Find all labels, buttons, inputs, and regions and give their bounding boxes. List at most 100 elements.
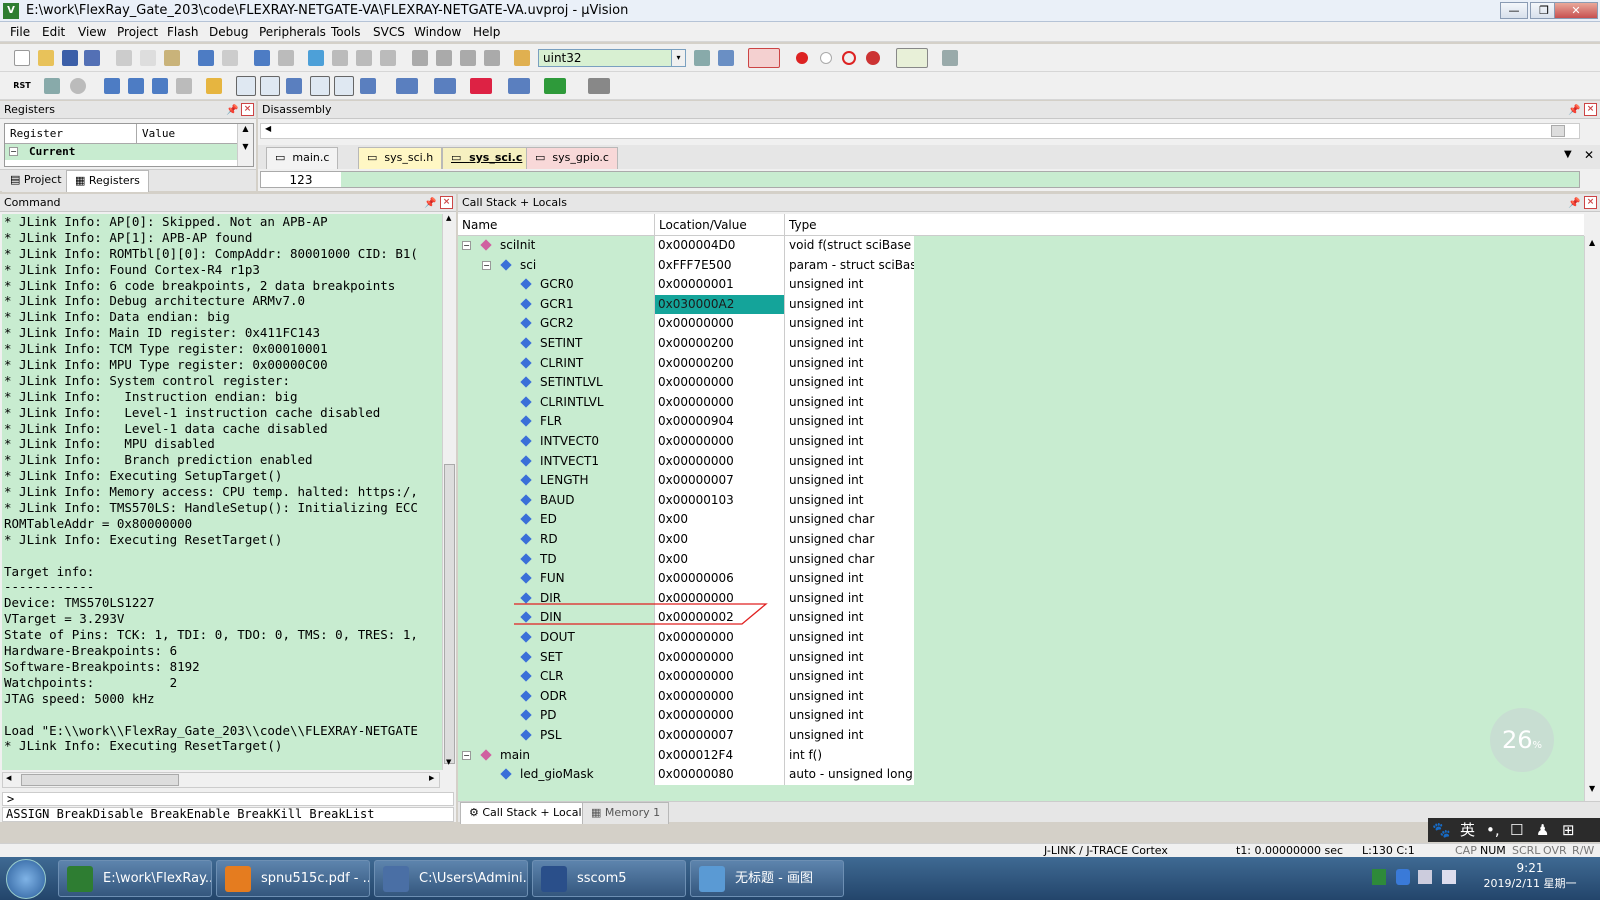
tree-row[interactable]: CLR 0x00000000 unsigned int bbox=[458, 667, 914, 688]
tab-project[interactable]: ▤ Project bbox=[2, 170, 70, 192]
tab-sys-sci-h[interactable]: ▭ sys_sci.h bbox=[358, 147, 443, 169]
tab-sys-sci-c[interactable]: ▭ sys_sci.c bbox=[442, 147, 532, 169]
nav-back-icon[interactable] bbox=[254, 50, 270, 66]
clock[interactable]: 9:21 2019/2/11 星期一 bbox=[1480, 861, 1580, 891]
tree-row[interactable]: CLRINT 0x00000200 unsigned int bbox=[458, 353, 914, 374]
system-viewer-icon[interactable] bbox=[544, 78, 566, 94]
pin-icon[interactable]: 📌 bbox=[226, 102, 238, 119]
tree-value[interactable]: 0x00000000 bbox=[654, 628, 784, 648]
breakpoint-kill-icon[interactable] bbox=[866, 51, 880, 65]
tab-memory[interactable]: ▦ Memory 1 bbox=[582, 802, 670, 824]
registers-scrollbar[interactable]: ▲ ▼ bbox=[237, 124, 253, 166]
tab-main-c[interactable]: ▭ main.c bbox=[266, 147, 339, 169]
tree-row[interactable]: FLR 0x00000904 unsigned int bbox=[458, 412, 914, 433]
tree-value[interactable]: 0x00000000 bbox=[654, 706, 784, 727]
tree-row[interactable]: ED 0x00 unsigned char bbox=[458, 510, 914, 531]
tray-shield-icon[interactable] bbox=[1396, 869, 1410, 885]
taskbar-item[interactable]: spnu515c.pdf - ... bbox=[216, 860, 370, 897]
breakpoint-insert-icon[interactable] bbox=[796, 52, 808, 64]
tree-value[interactable]: 0x00000000 bbox=[654, 451, 784, 472]
tab-sys-gpio-c[interactable]: ▭ sys_gpio.c bbox=[526, 147, 618, 169]
command-window-icon[interactable] bbox=[236, 76, 256, 96]
ime-menu-icon[interactable]: ⊞ bbox=[1562, 818, 1575, 842]
tree-row[interactable]: SET 0x00000000 unsigned int bbox=[458, 647, 914, 668]
tree-value[interactable]: 0x00000904 bbox=[654, 412, 784, 433]
collapse-icon[interactable]: − bbox=[9, 147, 18, 156]
tab-list-icon[interactable]: ▼ bbox=[1564, 149, 1572, 160]
reset-icon[interactable]: RST bbox=[12, 78, 32, 94]
callstack-vscroll[interactable]: ▲ ▼ bbox=[1584, 236, 1600, 801]
tree-row[interactable]: CLRINTLVL 0x00000000 unsigned int bbox=[458, 392, 914, 413]
menu-tools[interactable]: Tools bbox=[331, 25, 361, 39]
save-all-icon[interactable] bbox=[84, 50, 100, 66]
pin-icon[interactable]: 📌 bbox=[424, 195, 436, 212]
show-next-statement-icon[interactable] bbox=[206, 78, 222, 94]
close-icon[interactable]: × bbox=[1584, 196, 1597, 209]
nav-forward-icon[interactable] bbox=[278, 50, 294, 66]
tree-value[interactable]: 0x00000080 bbox=[654, 765, 784, 786]
find-combo[interactable]: uint32 ▾ bbox=[538, 49, 686, 67]
tab-call-stack[interactable]: ⚙ Call Stack + Locals bbox=[460, 802, 597, 824]
taskbar-item[interactable]: sscom5 bbox=[532, 860, 686, 897]
current-row[interactable]: − Current bbox=[5, 144, 237, 160]
comment-icon[interactable] bbox=[460, 50, 476, 66]
menu-peripherals[interactable]: Peripherals bbox=[259, 25, 326, 39]
redo-icon[interactable] bbox=[222, 50, 238, 66]
tree-value[interactable]: 0x000012F4 bbox=[654, 745, 784, 766]
scroll-left-icon[interactable]: ◀ bbox=[6, 774, 11, 782]
new-file-icon[interactable] bbox=[14, 50, 30, 66]
unindent-icon[interactable] bbox=[436, 50, 452, 66]
menu-edit[interactable]: Edit bbox=[42, 25, 65, 39]
breakpoint-disable-icon[interactable] bbox=[842, 51, 856, 65]
save-icon[interactable] bbox=[62, 50, 78, 66]
menu-help[interactable]: Help bbox=[473, 25, 500, 39]
close-icon[interactable]: × bbox=[1584, 103, 1597, 116]
taskbar-item[interactable]: 无标题 - 画图 bbox=[690, 860, 844, 897]
menu-view[interactable]: View bbox=[78, 25, 106, 39]
bookmark-icon[interactable] bbox=[308, 50, 324, 66]
tree-value[interactable]: 0x00 bbox=[654, 530, 784, 550]
ime-lang-toggle[interactable]: 英 bbox=[1460, 818, 1475, 842]
tree-value[interactable]: 0x00000200 bbox=[654, 334, 784, 354]
tree-row[interactable]: GCR2 0x00000000 unsigned int bbox=[458, 314, 914, 335]
tree-value[interactable]: 0x030000A2 bbox=[654, 294, 784, 315]
tree-row[interactable]: − main 0x000012F4 int f() bbox=[458, 745, 914, 766]
col-name[interactable]: Name bbox=[462, 214, 652, 236]
tree-row[interactable]: SETINT 0x00000200 unsigned int bbox=[458, 334, 914, 354]
tray-volume-icon[interactable] bbox=[1442, 870, 1456, 884]
tree-row[interactable]: LENGTH 0x00000007 unsigned int bbox=[458, 471, 914, 492]
scroll-thumb[interactable] bbox=[1551, 125, 1565, 137]
tree-value[interactable]: 0x00000200 bbox=[654, 353, 784, 374]
registers-window-icon[interactable] bbox=[310, 76, 330, 96]
call-stack-window-icon[interactable] bbox=[334, 76, 354, 96]
tree-row[interactable]: FUN 0x00000006 unsigned int bbox=[458, 569, 914, 590]
command-input[interactable]: > bbox=[2, 792, 454, 806]
menu-flash[interactable]: Flash bbox=[167, 25, 198, 39]
step-into-icon[interactable] bbox=[104, 78, 120, 94]
serial-window-icon[interactable] bbox=[434, 78, 456, 94]
tree-value[interactable]: 0x00000000 bbox=[654, 667, 784, 688]
col-register[interactable]: Register bbox=[5, 124, 137, 144]
pin-icon[interactable]: 📌 bbox=[1568, 195, 1580, 212]
col-value[interactable]: Value bbox=[137, 124, 237, 144]
tab-registers[interactable]: ▦ Registers bbox=[66, 170, 149, 192]
tree-row[interactable]: DOUT 0x00000000 unsigned int bbox=[458, 628, 914, 648]
tree-value[interactable]: 0x00000000 bbox=[654, 432, 784, 452]
find-in-files-icon[interactable] bbox=[514, 50, 530, 66]
tree-value[interactable]: 0x00000000 bbox=[654, 373, 784, 394]
start-button[interactable] bbox=[6, 859, 46, 899]
scroll-up-icon[interactable]: ▲ bbox=[1589, 238, 1595, 247]
scroll-left-icon[interactable]: ◀ bbox=[265, 124, 271, 133]
tree-row[interactable]: GCR1 0x030000A2 unsigned int bbox=[458, 294, 914, 315]
ime-user-icon[interactable]: ♟ bbox=[1536, 818, 1549, 842]
stop-icon[interactable] bbox=[70, 78, 86, 94]
ime-paw-icon[interactable]: 🐾 bbox=[1432, 818, 1451, 842]
bookmark-clear-icon[interactable] bbox=[380, 50, 396, 66]
scroll-thumb[interactable] bbox=[21, 774, 179, 786]
close-button[interactable]: ✕ bbox=[1554, 2, 1598, 19]
tree-value[interactable]: 0x00000000 bbox=[654, 686, 784, 707]
close-icon[interactable]: × bbox=[440, 196, 453, 209]
pin-icon[interactable]: 📌 bbox=[1568, 102, 1580, 119]
debug-session-icon[interactable] bbox=[748, 48, 780, 68]
toolbox-icon[interactable] bbox=[588, 78, 610, 94]
